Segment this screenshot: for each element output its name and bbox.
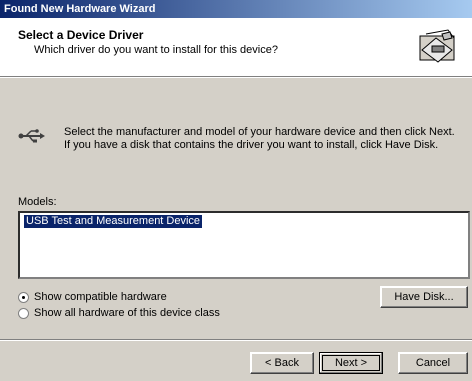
- wizard-header: Select a Device Driver Which driver do y…: [0, 18, 472, 77]
- radio-checked-icon[interactable]: [18, 291, 29, 303]
- next-button[interactable]: Next >: [319, 352, 383, 374]
- window-title: Found New Hardware Wizard: [0, 0, 472, 18]
- radio-unchecked-icon[interactable]: [18, 307, 29, 319]
- bottom-separator-highlight: [0, 340, 472, 341]
- radio-show-compatible[interactable]: Show compatible hardware: [18, 290, 167, 304]
- wizard-window: Found New Hardware Wizard Select a Devic…: [0, 0, 472, 381]
- radio-show-all[interactable]: Show all hardware of this device class: [18, 306, 220, 320]
- models-label: Models:: [18, 196, 57, 208]
- cancel-button[interactable]: Cancel: [398, 352, 468, 374]
- models-listbox[interactable]: USB Test and Measurement Device: [18, 211, 470, 279]
- header-subtitle: Which driver do you want to install for …: [34, 44, 278, 56]
- hardware-driver-icon: [419, 29, 455, 63]
- show-all-label: Show all hardware of this device class: [34, 307, 220, 319]
- instructions-text: Select the manufacturer and model of you…: [64, 126, 455, 151]
- header-title: Select a Device Driver: [18, 28, 144, 42]
- model-item-usb-test[interactable]: USB Test and Measurement Device: [24, 215, 203, 228]
- show-compatible-label: Show compatible hardware: [34, 291, 167, 303]
- header-separator: [0, 77, 472, 78]
- usb-icon: [18, 129, 45, 143]
- back-button[interactable]: < Back: [250, 352, 314, 374]
- have-disk-button[interactable]: Have Disk...: [380, 286, 468, 308]
